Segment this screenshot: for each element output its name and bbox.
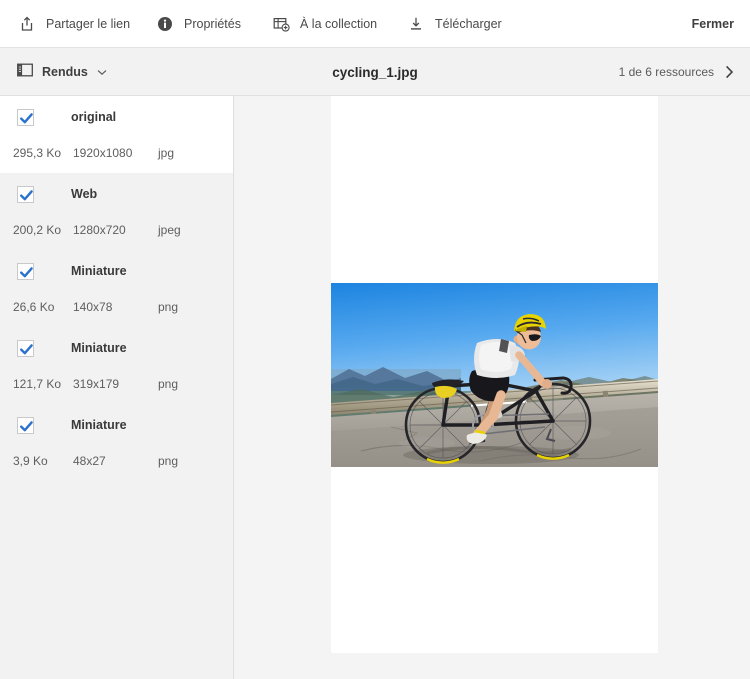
rendition-row[interactable]: original 295,3 Ko 1920x1080 jpg xyxy=(0,96,233,173)
rendition-dimensions: 140x78 xyxy=(73,300,113,314)
add-to-collection-button[interactable]: À la collection xyxy=(271,0,377,47)
rendition-checkbox[interactable] xyxy=(17,108,34,126)
add-to-collection-label: À la collection xyxy=(300,16,378,31)
resource-pager[interactable]: 1 de 6 ressources xyxy=(619,48,734,96)
rendition-name: original xyxy=(71,110,117,124)
main-toolbar: Partager le lien Propriétés À la collect… xyxy=(0,0,750,48)
rendition-dimensions: 48x27 xyxy=(73,454,106,468)
share-link-label: Partager le lien xyxy=(46,16,131,31)
download-label: Télécharger xyxy=(435,16,502,31)
rendition-format: jpeg xyxy=(158,223,181,237)
sub-toolbar: Rendus cycling_1.jpg 1 de 6 ressources xyxy=(0,48,750,96)
rendition-dimensions: 1280x720 xyxy=(73,223,126,237)
rendition-row[interactable]: Miniature 121,7 Ko 319x179 png xyxy=(0,327,233,404)
rendition-format: png xyxy=(158,377,179,391)
rendition-dimensions: 1920x1080 xyxy=(73,146,133,160)
close-button[interactable]: Fermer xyxy=(692,0,734,47)
download-button[interactable]: Télécharger xyxy=(406,0,502,47)
renditions-list: original 295,3 Ko 1920x1080 jpg Web 200,2 Ko 1… xyxy=(0,96,233,481)
rendition-format: jpg xyxy=(158,146,175,160)
renditions-label: Rendus xyxy=(42,65,88,79)
rendition-row[interactable]: Miniature 26,6 Ko 140x78 png xyxy=(0,250,233,327)
download-icon xyxy=(406,14,426,34)
info-icon xyxy=(155,14,175,34)
preview-pane xyxy=(235,96,750,679)
rendition-row[interactable]: Miniature 3,9 Ko 48x27 png xyxy=(0,404,233,481)
properties-button[interactable]: Propriétés xyxy=(155,0,241,47)
asset-preview-image[interactable] xyxy=(331,283,658,467)
chevron-right-icon[interactable] xyxy=(725,65,734,79)
rendition-format: png xyxy=(158,300,179,314)
resource-count-label: 1 de 6 ressources xyxy=(618,65,714,79)
rendition-size: 200,2 Ko xyxy=(13,223,62,237)
panel-layout-icon xyxy=(17,63,33,82)
properties-label: Propriétés xyxy=(184,16,241,31)
rendition-checkbox[interactable] xyxy=(17,185,34,203)
rendition-name: Miniature xyxy=(71,418,127,432)
renditions-sidebar: original 295,3 Ko 1920x1080 jpg Web 200,2 Ko 1… xyxy=(0,96,234,679)
chevron-down-icon xyxy=(97,69,107,76)
rendition-checkbox[interactable] xyxy=(17,339,34,357)
share-link-button[interactable]: Partager le lien xyxy=(17,0,130,47)
rendition-size: 121,7 Ko xyxy=(13,377,62,391)
rendition-name: Miniature xyxy=(71,341,127,355)
renditions-dropdown[interactable]: Rendus xyxy=(17,48,107,96)
rendition-format: png xyxy=(158,454,179,468)
rendition-name: Miniature xyxy=(71,264,127,278)
rendition-name: Web xyxy=(71,187,98,201)
rendition-checkbox[interactable] xyxy=(17,262,34,280)
rendition-checkbox[interactable] xyxy=(17,416,34,434)
rendition-size: 295,3 Ko xyxy=(13,146,62,160)
rendition-dimensions: 319x179 xyxy=(73,377,120,391)
add-to-collection-icon xyxy=(271,14,291,34)
share-icon xyxy=(17,14,37,34)
rendition-size: 3,9 Ko xyxy=(13,454,48,468)
rendition-size: 26,6 Ko xyxy=(13,300,55,314)
resource-viewer-window: Partager le lien Propriétés À la collect… xyxy=(0,0,750,679)
rendition-row[interactable]: Web 200,2 Ko 1280x720 jpeg xyxy=(0,173,233,250)
